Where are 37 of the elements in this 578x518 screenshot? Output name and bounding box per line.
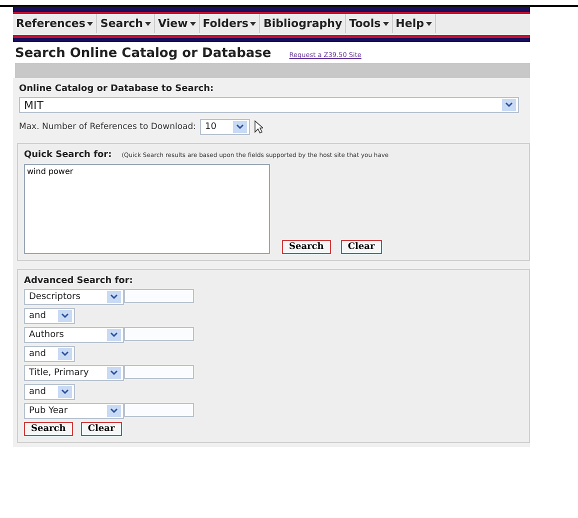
advanced-search-button[interactable]: Clear <box>80 422 122 436</box>
caret-icon <box>426 22 432 26</box>
mouse-pointer-icon <box>254 120 264 134</box>
max-references-select[interactable]: 10 <box>200 119 250 135</box>
operator-select[interactable]: and <box>24 384 75 400</box>
quick-search-button[interactable]: Search <box>282 240 331 254</box>
caret-icon <box>87 22 94 26</box>
max-references-label: Max. Number of References to Download: <box>19 122 196 132</box>
field-select[interactable]: Pub Year <box>24 403 124 419</box>
search-term-field[interactable] <box>124 403 194 417</box>
quick-search-label: Quick Search for: <box>24 150 112 160</box>
caret-icon <box>190 22 196 26</box>
menu-item[interactable]: Search <box>97 14 156 33</box>
search-term-field[interactable] <box>124 327 194 341</box>
search-term-field[interactable] <box>124 289 194 303</box>
menu-item[interactable]: Bibliography <box>260 14 346 33</box>
field-select[interactable]: Title, Primary <box>24 365 124 381</box>
page-title: Search Online Catalog or Database <box>15 46 272 61</box>
field-select[interactable]: Authors <box>24 327 124 343</box>
quick-search-button[interactable]: Clear <box>340 240 382 254</box>
menu-item[interactable]: References <box>13 14 98 33</box>
advanced-search-label: Advanced Search for: <box>24 276 134 286</box>
caret-icon <box>145 22 152 26</box>
field-select[interactable]: Descriptors <box>24 289 124 305</box>
menu-item[interactable]: Tools <box>346 14 393 33</box>
menu-item[interactable]: Help <box>392 14 436 33</box>
quick-search-field[interactable]: wind power <box>24 164 270 254</box>
advanced-search-button[interactable]: Search <box>24 422 73 436</box>
caret-icon <box>382 22 389 26</box>
menu-item[interactable]: View <box>155 14 200 33</box>
catalog-select[interactable]: MIT <box>19 97 519 113</box>
menu-item[interactable]: Folders <box>200 14 260 33</box>
search-term-field[interactable] <box>124 365 194 379</box>
catalog-label: Online Catalog or Database to Search: <box>19 84 215 94</box>
operator-select[interactable]: and <box>24 308 75 324</box>
caret-icon <box>250 22 256 26</box>
operator-select[interactable]: and <box>24 346 75 362</box>
